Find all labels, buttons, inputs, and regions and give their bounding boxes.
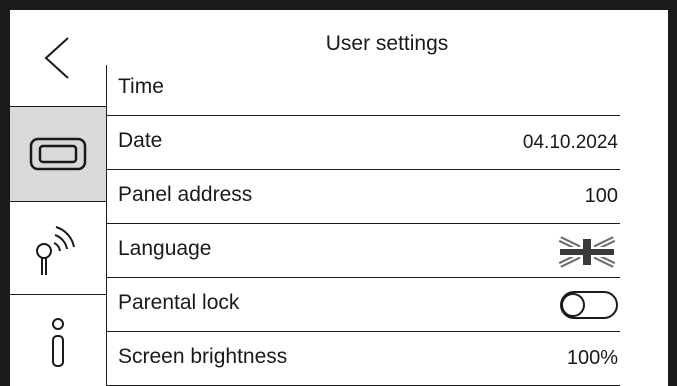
setting-label: Date — [118, 129, 163, 152]
display-icon — [29, 137, 87, 171]
setting-label: Parental lock — [118, 291, 240, 314]
settings-panel: User settings Time Date 04.10.2024 Panel… — [10, 10, 668, 386]
setting-label: Language — [118, 237, 212, 260]
rail-item-wireless[interactable] — [10, 202, 106, 294]
wireless-signal-icon — [36, 226, 75, 275]
device-screen: User settings Time Date 04.10.2024 Panel… — [0, 0, 677, 386]
back-button[interactable] — [10, 10, 106, 106]
setting-row-parental-lock[interactable]: Parental lock — [106, 278, 620, 332]
setting-row-language[interactable]: Language — [106, 224, 620, 278]
info-icon — [52, 317, 64, 367]
uk-flag-icon — [556, 236, 618, 268]
setting-value: 100% — [566, 347, 618, 369]
toggle-knob — [561, 293, 585, 317]
rail-item-display[interactable] — [10, 107, 106, 201]
setting-row-panel-address[interactable]: Panel address 100 — [106, 170, 620, 224]
setting-row-date[interactable]: Date 04.10.2024 — [106, 116, 620, 170]
left-rail — [10, 10, 106, 386]
setting-value: 100 — [584, 185, 618, 207]
setting-row-time[interactable]: Time — [106, 62, 620, 116]
setting-row-screen-brightness[interactable]: Screen brightness 100% — [106, 332, 620, 386]
setting-label: Time — [118, 75, 164, 98]
settings-list: Time Date 04.10.2024 Panel address 100 L… — [106, 10, 626, 386]
setting-value: 04.10.2024 — [522, 132, 618, 153]
rail-item-info[interactable] — [10, 295, 106, 386]
setting-label: Panel address — [118, 183, 253, 206]
back-chevron-icon — [44, 37, 69, 79]
setting-label: Screen brightness — [118, 345, 288, 368]
parental-lock-toggle[interactable] — [560, 291, 618, 319]
